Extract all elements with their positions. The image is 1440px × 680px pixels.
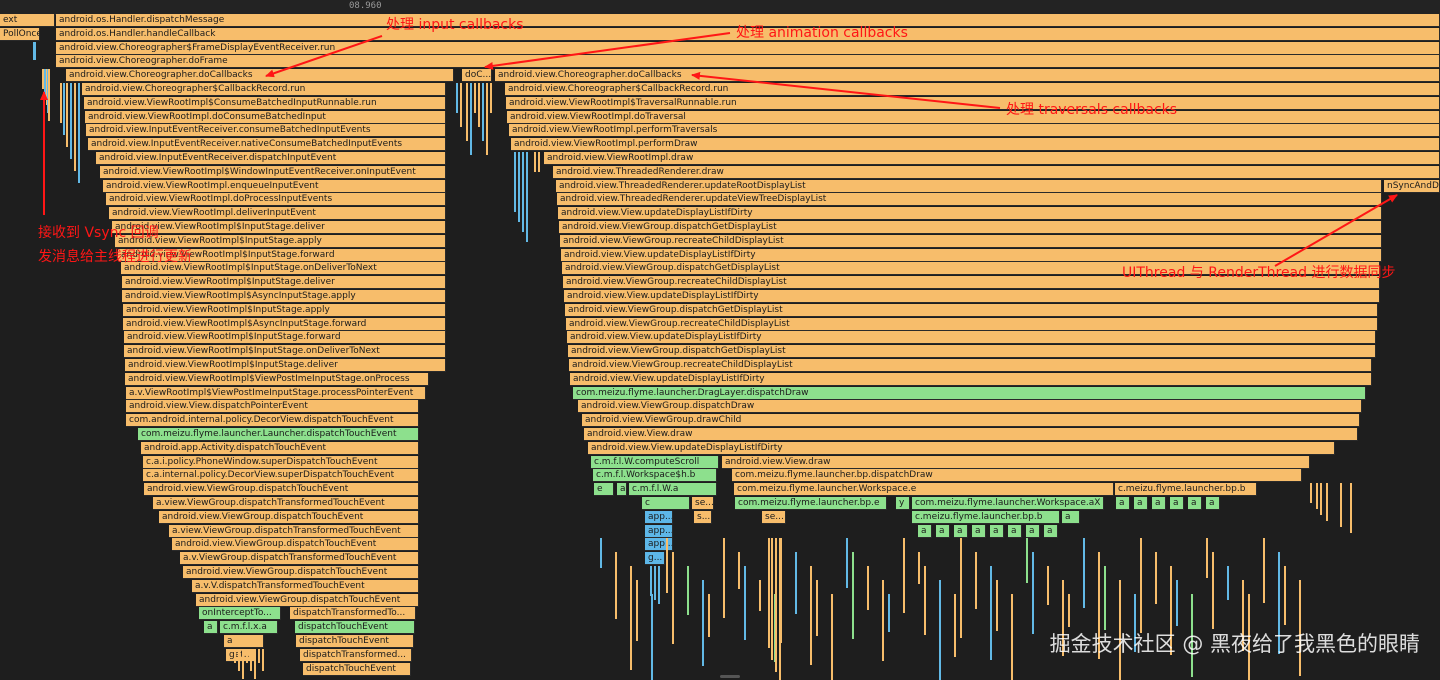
- watermark: 掘金技术社区 @ 黑夜给了我黑色的眼睛: [1049, 632, 1420, 656]
- annotation-animation: 处理 animation callbacks: [736, 25, 908, 41]
- arrow-input: [265, 35, 383, 78]
- arrow-traversal: [691, 71, 1001, 109]
- annotation-vsync-detail: 发消息给主线程进行更新: [38, 249, 192, 265]
- annotation-input: 处理 input callbacks: [386, 17, 524, 33]
- annotation-sync: UIThread 与 RenderThread 进行数据同步: [1122, 265, 1396, 281]
- horizontal-scrollbar[interactable]: [720, 675, 740, 678]
- annotation-vsync: 接收到 Vsync 回调: [38, 225, 159, 241]
- arrow-animation: [484, 32, 731, 70]
- annotation-traversal: 处理 traversals callbacks: [1006, 102, 1178, 118]
- annotation-arrows: [40, 32, 1398, 267]
- flamegraph-viewer: 08.960 ext android.os.Handler.dispatchMes…: [0, 0, 1440, 680]
- arrow-sync: [1274, 194, 1398, 267]
